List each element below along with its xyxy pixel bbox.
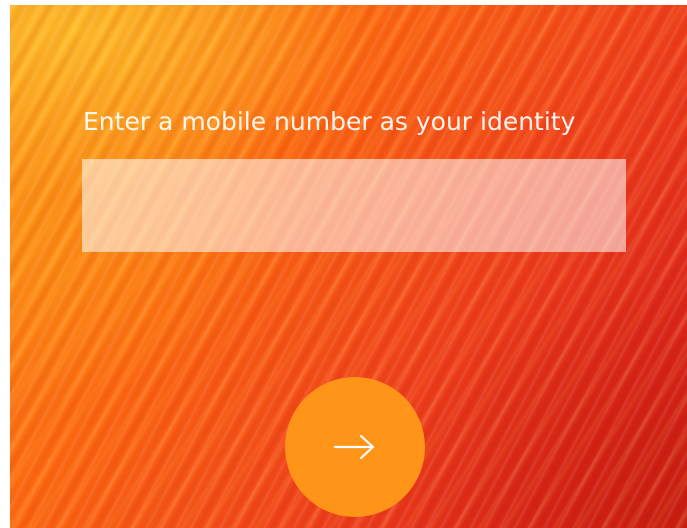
mobile-prompt-label: Enter a mobile number as your identity [83, 107, 576, 136]
arrow-right-icon [331, 432, 379, 462]
app-frame: Enter a mobile number as your identity [0, 0, 687, 528]
login-screen: Enter a mobile number as your identity [10, 5, 687, 528]
next-button[interactable] [285, 377, 425, 517]
mobile-number-input[interactable] [82, 159, 626, 252]
